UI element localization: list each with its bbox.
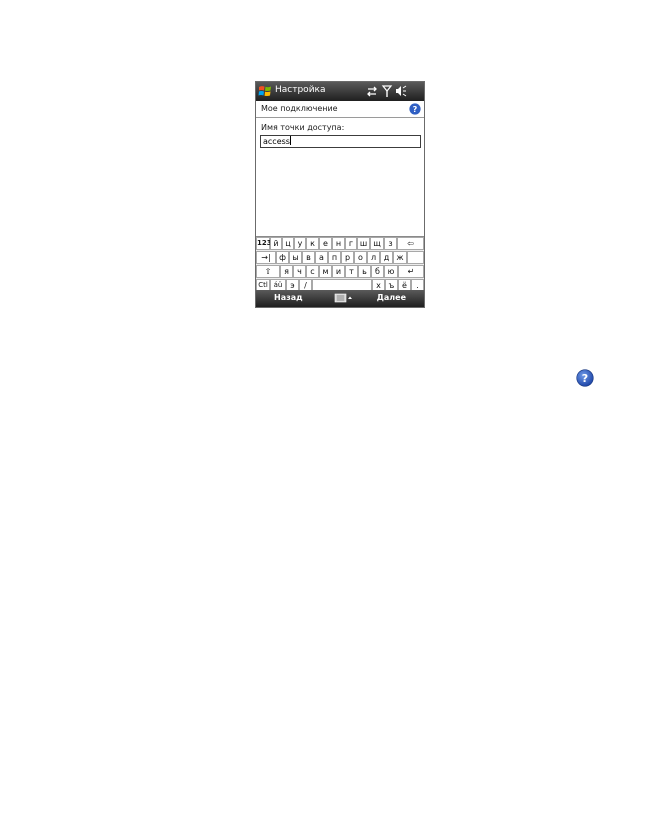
- key-letter[interactable]: с: [306, 265, 319, 278]
- key-letter[interactable]: м: [319, 265, 332, 278]
- key-letter[interactable]: щ: [370, 237, 384, 250]
- key-letter[interactable]: ы: [289, 251, 302, 264]
- access-point-label: Имя точки доступа:: [261, 123, 345, 132]
- key-letter[interactable]: р: [341, 251, 354, 264]
- key-letter[interactable]: ж: [393, 251, 407, 264]
- key-enter[interactable]: ↵: [398, 265, 424, 278]
- svg-text:?: ?: [413, 105, 418, 114]
- keyboard-icon[interactable]: [334, 293, 354, 304]
- signal-icon[interactable]: [381, 84, 393, 98]
- page-title: Мое подключение: [261, 104, 338, 113]
- key-letter[interactable]: ш: [357, 237, 370, 250]
- key-letter[interactable]: г: [345, 237, 357, 250]
- key-letter[interactable]: ю: [384, 265, 398, 278]
- key-letter[interactable]: п: [328, 251, 341, 264]
- windows-logo-icon[interactable]: [258, 84, 272, 98]
- key-tab[interactable]: →|: [256, 251, 276, 264]
- speaker-icon[interactable]: [395, 84, 407, 98]
- key-letter[interactable]: й: [270, 237, 282, 250]
- key-letter[interactable]: б: [371, 265, 384, 278]
- key-letter[interactable]: ь: [358, 265, 371, 278]
- soft-key-bar: Назад Далее: [256, 290, 424, 307]
- window-title: Настройка: [275, 85, 326, 95]
- key-letter[interactable]: к: [306, 237, 319, 250]
- key-letter[interactable]: ч: [293, 265, 306, 278]
- title-bar: Настройка: [256, 82, 424, 101]
- key-letter[interactable]: л: [367, 251, 380, 264]
- key-letter[interactable]: о: [354, 251, 367, 264]
- device-screen: Настройка Мое подключение ? Имя точки до…: [255, 81, 425, 308]
- key-123[interactable]: 123: [256, 237, 272, 250]
- key-letter[interactable]: я: [280, 265, 293, 278]
- help-icon[interactable]: ?: [576, 369, 594, 387]
- key-letter[interactable]: и: [332, 265, 345, 278]
- key-letter[interactable]: ц: [282, 237, 294, 250]
- next-button[interactable]: Далее: [377, 293, 406, 302]
- back-button[interactable]: Назад: [274, 293, 303, 302]
- text-caret: [289, 136, 291, 145]
- connectivity-icon[interactable]: [366, 84, 378, 98]
- key-shift[interactable]: ⇧: [256, 265, 280, 278]
- key-letter[interactable]: т: [345, 265, 358, 278]
- key-letter[interactable]: д: [380, 251, 393, 264]
- key-letter[interactable]: а: [315, 251, 328, 264]
- key-backspace[interactable]: ⇦: [397, 237, 424, 250]
- page-header: Мое подключение ?: [256, 101, 424, 118]
- access-point-name-input[interactable]: access: [260, 135, 421, 148]
- help-icon[interactable]: ?: [409, 103, 421, 115]
- key-letter[interactable]: з: [384, 237, 397, 250]
- key-letter[interactable]: у: [294, 237, 306, 250]
- svg-text:?: ?: [582, 372, 588, 385]
- key-letter[interactable]: н: [332, 237, 345, 250]
- key-letter[interactable]: ф: [276, 251, 289, 264]
- key-letter[interactable]: в: [302, 251, 315, 264]
- key-letter[interactable]: е: [319, 237, 332, 250]
- soft-keyboard: 123 й ц у к е н г ш щ з ⇦ →| ф ы в а п р…: [256, 236, 424, 292]
- key-spacer: [407, 251, 424, 264]
- input-value: access: [263, 137, 290, 146]
